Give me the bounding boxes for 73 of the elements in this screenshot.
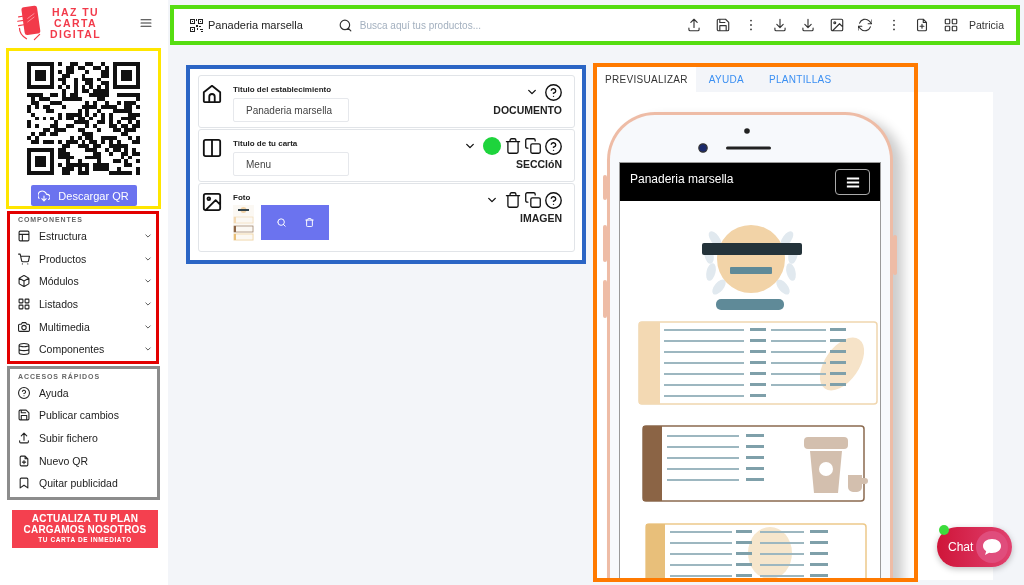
sidebar-item[interactable]: Quitar publicidad (10, 471, 157, 495)
download-icon[interactable] (801, 18, 816, 32)
speaker-icon (726, 146, 771, 150)
add-file-icon (18, 454, 30, 467)
cube-icon (18, 275, 30, 288)
search-icon[interactable] (276, 218, 286, 227)
copy-icon[interactable] (525, 192, 541, 208)
menu-button[interactable] (835, 169, 870, 195)
sidebar-item[interactable]: Subir fichero (10, 426, 157, 450)
block-type-label: IMAGEN (520, 212, 562, 224)
chevron-down-icon (144, 300, 152, 309)
sidebar-item[interactable]: Nuevo QR (10, 449, 157, 472)
sidebar-item[interactable]: Productos (10, 247, 156, 271)
trash-icon[interactable] (505, 192, 521, 208)
bookmark-icon (18, 477, 30, 490)
sidebar-item[interactable]: Módulos (10, 270, 156, 293)
chevron-down-icon (144, 345, 152, 354)
layout-icon (18, 230, 30, 243)
cloud-download-icon (38, 189, 51, 202)
home-icon (202, 84, 222, 104)
grid-icon (18, 298, 30, 311)
grid-icon[interactable] (944, 18, 958, 32)
help-icon[interactable] (545, 83, 562, 101)
upload-icon (18, 432, 30, 445)
qr-code-icon (190, 18, 203, 32)
sidebar-item[interactable]: Listados (10, 292, 156, 316)
field-label: Foto (233, 193, 251, 203)
sidebar-item[interactable]: Multimedia (10, 315, 156, 338)
chevron-down-icon (144, 254, 152, 263)
chat-button[interactable]: Chat (937, 527, 1012, 567)
sidebar-item[interactable]: Componentes (10, 337, 156, 361)
download-icon[interactable] (773, 18, 787, 32)
sidebar-item[interactable]: Estructura (10, 225, 156, 248)
text-field[interactable]: Menu (233, 152, 349, 176)
sidebar-item[interactable]: Ayuda (10, 381, 157, 405)
sensor-icon (744, 128, 750, 134)
save-icon (18, 409, 30, 422)
help-icon[interactable] (545, 191, 562, 209)
user-menu[interactable]: Patricia (969, 19, 1004, 31)
chevron-down-icon (144, 232, 152, 241)
image-icon (202, 192, 222, 212)
project-name[interactable]: Panaderia marsella (208, 19, 303, 31)
sidebar-item[interactable]: Publicar cambios (10, 404, 157, 427)
chevron-down-icon (144, 277, 152, 286)
trash-icon[interactable] (505, 138, 521, 154)
help-icon[interactable] (545, 137, 562, 155)
download-qr-button[interactable]: Descargar QR (30, 185, 137, 206)
database-icon (18, 343, 30, 356)
save-icon[interactable] (716, 18, 730, 32)
logo-text: HAZ TU CARTA DIGITAL (50, 6, 101, 40)
camera-icon (18, 320, 30, 333)
block-type-label: DOCUMENTO (493, 104, 562, 116)
search-icon (338, 18, 352, 32)
field-label: Titulo del establecimiento (233, 85, 332, 95)
image-icon[interactable] (830, 18, 844, 32)
text-field[interactable]: Panaderia marsella (233, 98, 349, 122)
search-field[interactable]: Busca aquí tus productos... (359, 17, 590, 33)
copy-icon[interactable] (525, 138, 541, 154)
site-title: Panaderia marsella (630, 172, 735, 186)
speech-bubble-icon (976, 531, 1008, 563)
field-label: Titulo de tu carta (233, 139, 298, 149)
upload-icon[interactable] (687, 18, 702, 32)
camera-lens-icon (698, 143, 708, 153)
help-icon (18, 386, 30, 399)
add-file-icon[interactable] (915, 18, 930, 32)
cart-icon (18, 252, 30, 265)
block-type-label: SECCIóN (515, 158, 562, 170)
menu-thumbnail-drawing (233, 205, 254, 241)
refresh-icon[interactable] (858, 18, 873, 32)
preview-tab[interactable]: PREVISUALIZAR (597, 67, 696, 92)
menu-icon[interactable] (139, 17, 153, 29)
columns-icon (202, 138, 222, 158)
chevron-down-icon (144, 322, 152, 331)
